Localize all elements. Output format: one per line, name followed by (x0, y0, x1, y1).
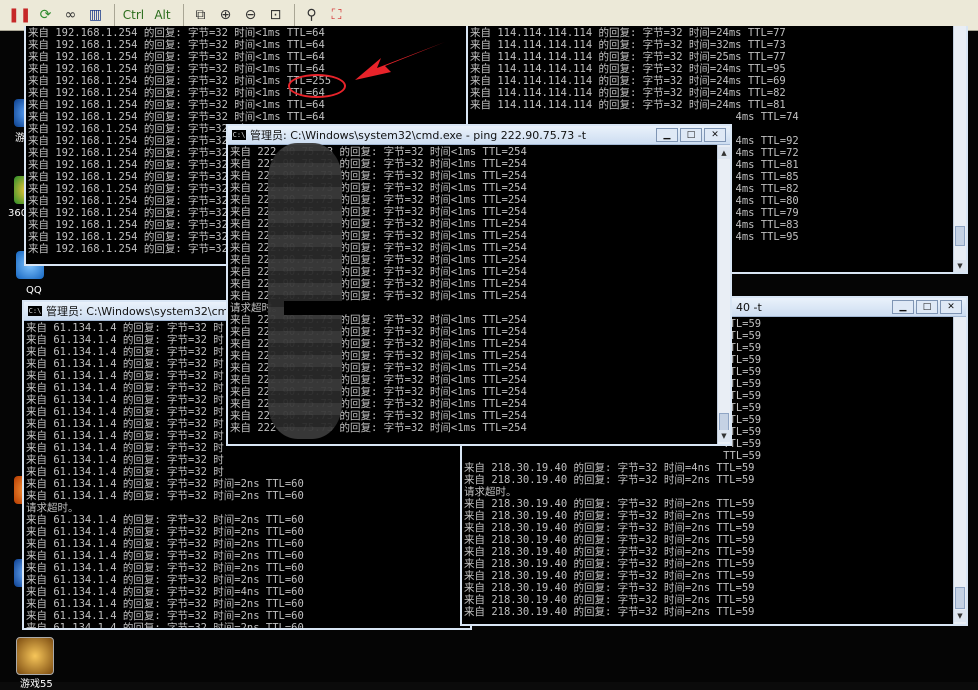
zoom-in-icon: ⊕ (219, 7, 232, 23)
console-line: 来自 61.134.1.4 的回复: 字节=32 时 (26, 454, 224, 466)
scroll-down-arrow-icon[interactable]: ▼ (954, 610, 966, 622)
console-line: 来自 218.30.19.40 的回复: 字节=32 时间=2ns TTL=59 (464, 558, 755, 570)
console-line: 来自 218.30.19.40 的回复: 字节=32 时间=2ns TTL=59 (464, 474, 755, 486)
vertical-scrollbar[interactable]: ▼ (953, 26, 966, 272)
scroll-down-arrow-icon[interactable]: ▼ (954, 260, 966, 272)
zoom-fit-icon: ⊡ (269, 7, 282, 23)
console-line: 来自 61.134.1.4 的回复: 字节=32 时间=2ns TTL=60 (26, 598, 304, 610)
console-line: 来自 61.134.1.4 的回复: 字节=32 时间=2ns TTL=60 (26, 538, 304, 550)
scrollbar-thumb[interactable] (955, 226, 965, 246)
console-line: 请求超时。 (26, 502, 79, 514)
scroll-up-arrow-icon[interactable]: ▲ (718, 147, 730, 159)
magnifier-icon: ⚲ (306, 7, 317, 23)
copy-button[interactable]: ⧉ (189, 3, 211, 27)
redaction-bar (284, 301, 344, 315)
pause-icon: ❚❚ (8, 7, 32, 23)
console-line: 来自 61.134.1.4 的回复: 字节=32 时间=2ns TTL=60 (26, 610, 304, 622)
console-line: 来自 218.30.19.40 的回复: 字节=32 时间=2ns TTL=59 (464, 606, 755, 618)
fullscreen-button[interactable]: ⛶ (325, 3, 347, 27)
book-icon: ▥ (88, 7, 103, 23)
window-title: 管理员: C:\Windows\system32\cmd.exe - ping … (250, 129, 587, 142)
console-line: 来自 218.30.19.40 的回复: 字节=32 时间=2ns TTL=59 (464, 534, 755, 546)
link-icon: ∞ (64, 7, 77, 23)
console-line: 来自 218.30.19.40 的回复: 字节=32 时间=4ns TTL=59 (464, 462, 755, 474)
zoom-fit-button[interactable]: ⊡ (264, 3, 286, 27)
close-button[interactable]: ✕ (940, 300, 962, 314)
maximize-button[interactable]: □ (916, 300, 938, 314)
zoom-in-button[interactable]: ⊕ (214, 3, 236, 27)
toolbar-separator (294, 4, 296, 26)
minimize-button[interactable]: ▁ (892, 300, 914, 314)
console-line: 来自 218.30.19.40 的回复: 字节=32 时间=2ns TTL=59 (464, 510, 755, 522)
red-arrow-icon (355, 42, 445, 80)
console-line: 来自 114.114.114.114 的回复: 字节=32 时间=24ms TT… (470, 99, 786, 111)
console-line: 来自 114.114.114.114 的回复: 字节=32 时间=25ms TT… (470, 51, 786, 63)
highlight-circle (288, 74, 346, 98)
console-line: 4ms TTL=74 (470, 111, 799, 123)
cmd-icon: C:\ (28, 306, 42, 316)
console-line: 来自 218.30.19.40 的回复: 字节=32 时间=2ns TTL=59 (464, 570, 755, 582)
zoom-out-button[interactable]: ⊖ (239, 3, 261, 27)
console-line: 来自 218.30.19.40 的回复: 字节=32 时间=2ns TTL=59 (464, 546, 755, 558)
fullscreen-icon: ⛶ (331, 7, 342, 23)
console-line: 来自 114.114.114.114 的回复: 字节=32 时间=32ms TT… (470, 39, 786, 51)
console-line: 来自 114.114.114.114 的回复: 字节=32 时间=24ms TT… (470, 75, 786, 87)
pause-button[interactable]: ❚❚ (8, 3, 31, 27)
toolbar-separator (114, 4, 116, 26)
vertical-scrollbar[interactable]: ▼ (953, 317, 966, 624)
console-line: 来自 61.134.1.4 的回复: 字节=32 时间=4ns TTL=60 (26, 586, 304, 598)
link-button[interactable]: ∞ (59, 3, 81, 27)
ctrl-key-button[interactable]: Ctrl (120, 3, 146, 27)
console-line: TTL=59 (464, 450, 762, 462)
vertical-scrollbar[interactable]: ▲ ▼ (717, 145, 730, 444)
book-button[interactable]: ▥ (84, 3, 106, 27)
desktop-label: QQ (26, 285, 42, 296)
console-line: 来自 61.134.1.4 的回复: 字节=32 时 (26, 466, 224, 478)
console-line: 来自 61.134.1.4 的回复: 字节=32 时间=2ns TTL=60 (26, 574, 304, 586)
console-line: 来自 218.30.19.40 的回复: 字节=32 时间=2ns TTL=59 (464, 522, 755, 534)
scrollbar-thumb[interactable] (955, 587, 965, 609)
console-line: 来自 114.114.114.114 的回复: 字节=32 时间=24ms TT… (470, 87, 786, 99)
scrollbar-thumb[interactable] (719, 413, 729, 431)
console-line: 来自 114.114.114.114 的回复: 字节=32 时间=24ms TT… (470, 63, 786, 75)
console-line: 来自 218.30.19.40 的回复: 字节=32 时间=2ns TTL=59 (464, 594, 755, 606)
refresh-button[interactable]: ⟳ (34, 3, 56, 27)
console-line: 来自 61.134.1.4 的回复: 字节=32 时间=2ns TTL=60 (26, 490, 304, 502)
zoom-button[interactable]: ⚲ (300, 3, 322, 27)
desktop-label-game55: 游戏55 (20, 679, 53, 690)
console-line: 来自 114.114.114.114 的回复: 字节=32 时间=24ms TT… (470, 27, 786, 39)
redaction-mosaic (268, 143, 342, 439)
zoom-out-icon: ⊖ (244, 7, 257, 23)
minimize-button[interactable]: ▁ (656, 128, 678, 142)
toolbar-separator (183, 4, 185, 26)
alt-key-button[interactable]: Alt (149, 3, 175, 27)
console-line: 来自 61.134.1.4 的回复: 字节=32 时间=2ns TTL=60 (26, 562, 304, 574)
console-line: 来自 218.30.19.40 的回复: 字节=32 时间=2ns TTL=59 (464, 498, 755, 510)
maximize-button[interactable]: □ (680, 128, 702, 142)
console-line: 来自 61.134.1.4 的回复: 字节=32 时间=2ns TTL=60 (26, 478, 304, 490)
console-line: 来自 192.168.1.254 的回复: 字节=32 时间<1ms TTL=6… (28, 99, 325, 111)
close-button[interactable]: ✕ (704, 128, 726, 142)
game-55-icon[interactable] (16, 637, 54, 675)
console-line: 来自 218.30.19.40 的回复: 字节=32 时间=2ns TTL=59 (464, 582, 755, 594)
refresh-icon: ⟳ (39, 7, 52, 23)
window-title: 40 -t (736, 300, 762, 314)
console-line: 来自 192.168.1.254 的回复: 字节=32 时间<1ms TTL=6… (28, 87, 325, 99)
console-line: 来自 61.134.1.4 的回复: 字节=32 时间=2ns TTL=60 (26, 526, 304, 538)
console-line: 来自 61.134.1.4 的回复: 字节=32 时间=2ns TTL=60 (26, 514, 304, 526)
copy-icon: ⧉ (195, 7, 206, 23)
scroll-down-arrow-icon[interactable]: ▼ (718, 430, 730, 442)
console-line: 来自 61.134.1.4 的回复: 字节=32 时间=2ns TTL=60 (26, 550, 304, 562)
console-line: 来自 61.134.1.4 的回复: 字节=32 时间=2ns TTL=60 (26, 622, 304, 630)
cmd-icon: C:\ (232, 130, 246, 140)
console-line: 请求超时。 (464, 486, 517, 498)
console-line: 来自 192.168.1.254 的回复: 字节=32 时间<1ms TTL=6… (28, 111, 325, 123)
